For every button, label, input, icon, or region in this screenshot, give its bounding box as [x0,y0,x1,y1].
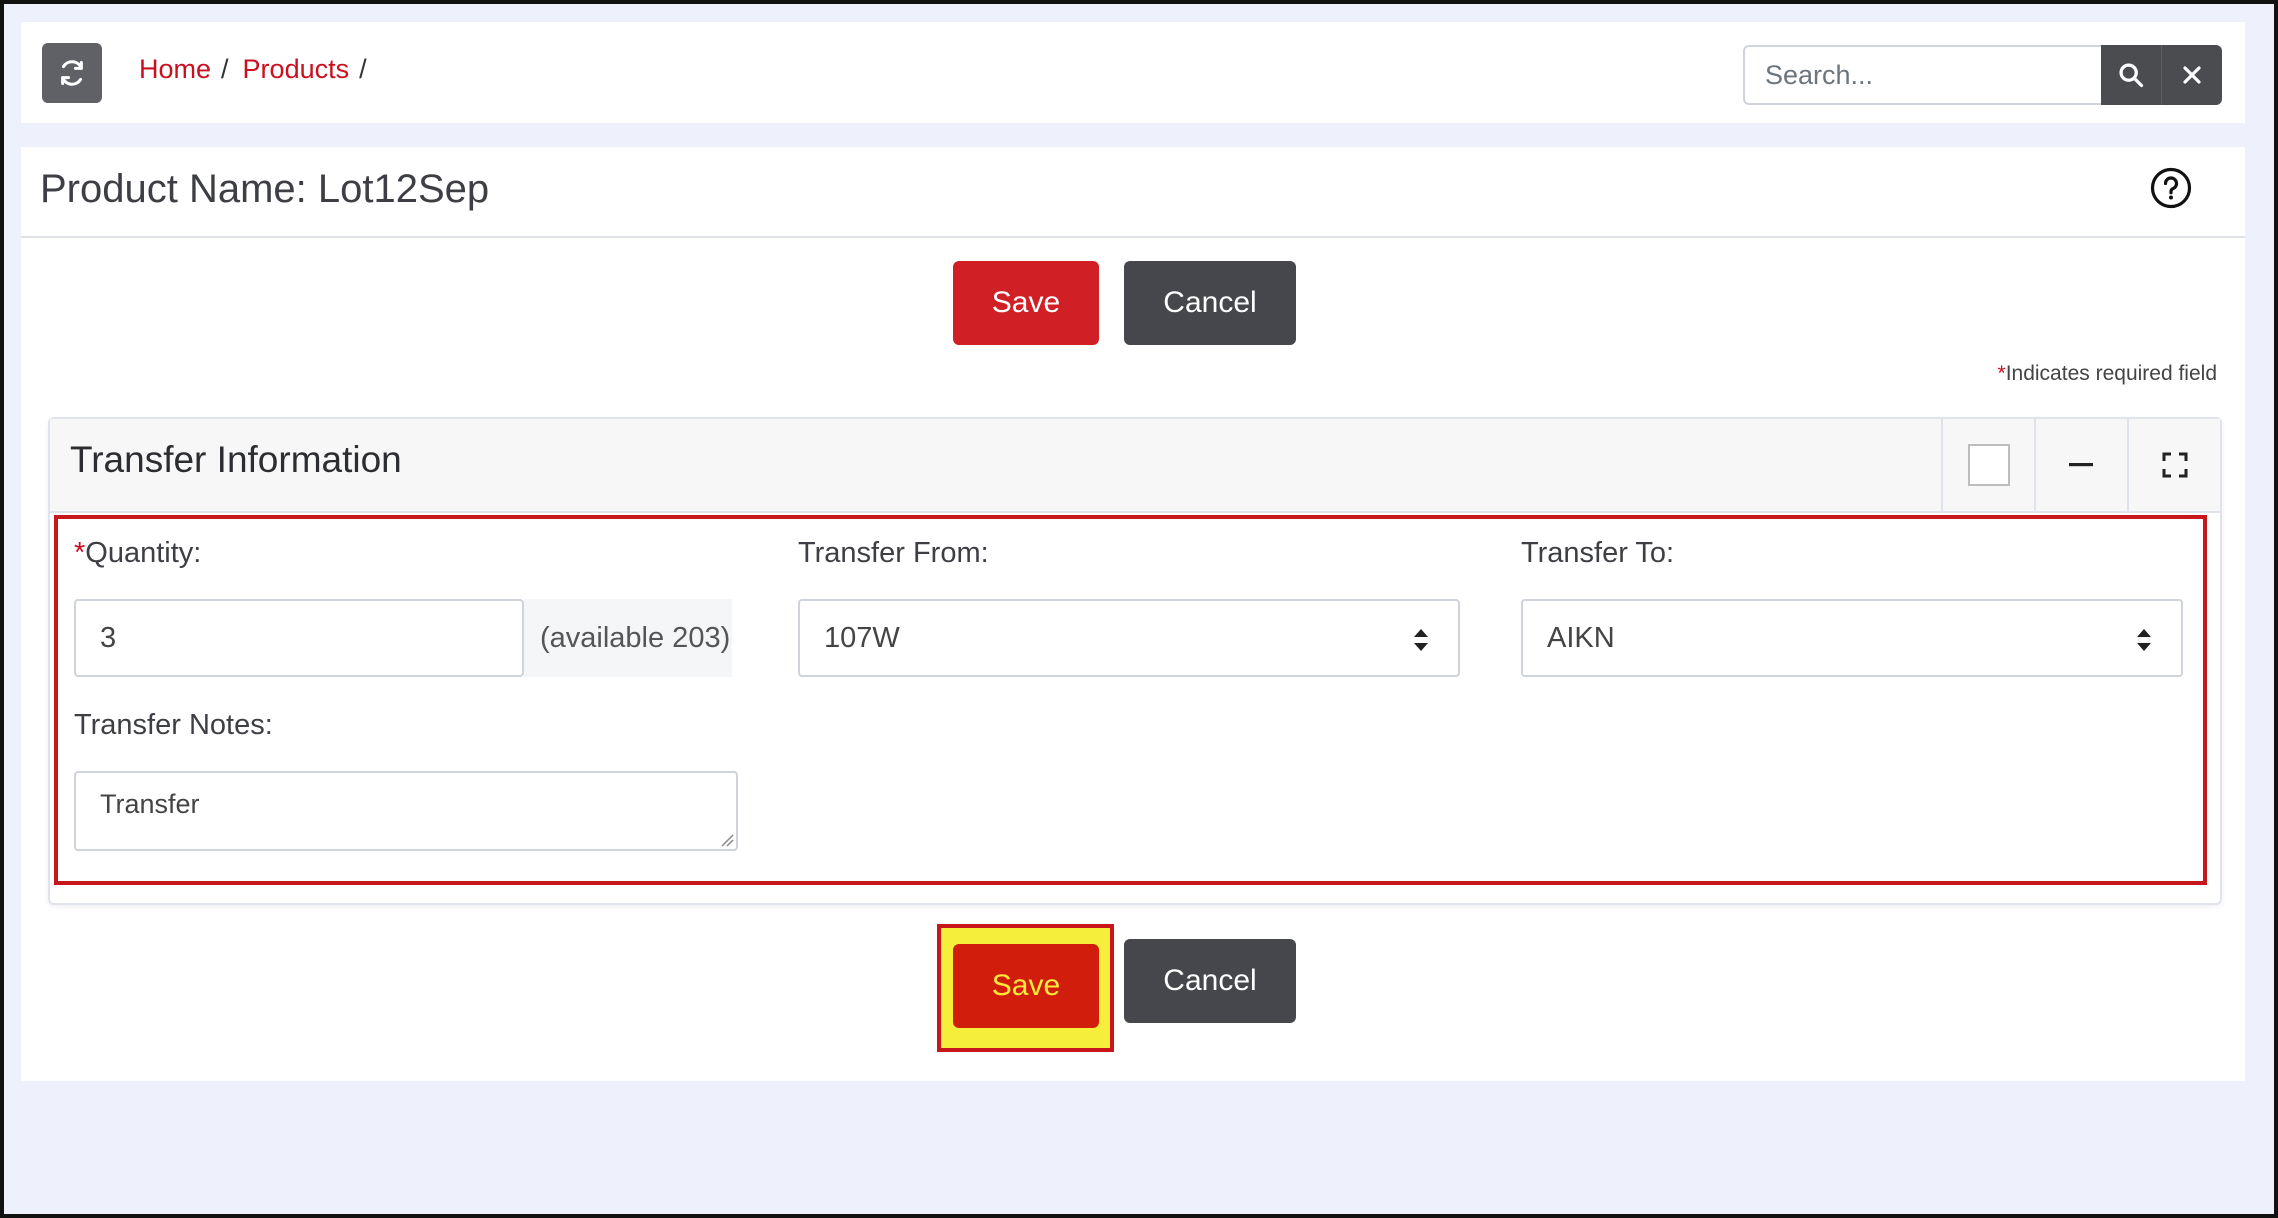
quantity-available-text: (available 203) [540,621,731,654]
main-panel: Product Name: Lot12Sep Save Cancel *Indi… [21,147,2245,1081]
collapse-button[interactable] [2034,419,2127,511]
transfer-from-select[interactable]: 107W [798,599,1460,677]
page-title: Product Name: Lot12Sep [40,167,490,211]
cancel-button-top[interactable]: Cancel [1124,261,1296,345]
transfer-notes-value: Transfer [100,789,200,819]
resize-grip-icon[interactable] [720,833,734,847]
quantity-label-text: Quantity: [85,537,202,569]
card-select-checkbox[interactable] [1967,444,2010,486]
page-header: Product Name: Lot12Sep [21,147,2245,238]
select-arrows-icon [1414,629,1428,651]
transfer-notes-label: Transfer Notes: [74,709,273,741]
card-select-tool[interactable] [1941,419,2034,511]
transfer-to-label: Transfer To: [1521,537,1675,569]
required-star: * [74,537,86,569]
refresh-icon [61,60,83,86]
search-input[interactable] [1743,45,2101,105]
expand-icon [2162,452,2187,478]
transfer-information-card: Transfer Information *Quantity: 3 (avail… [48,417,2222,905]
required-note-text: Indicates required field [2005,362,2217,385]
search-button[interactable] [2101,45,2161,105]
card-tools [1941,419,2220,511]
transfer-form: *Quantity: 3 (available 203) Transfer Fr… [54,515,2207,885]
transfer-to-value: AIKN [1547,621,1615,654]
top-bar: Home / Products / [21,22,2245,123]
save-button-highlight: Save [937,924,1114,1052]
quantity-available: (available 203) [524,599,732,677]
question-circle-icon[interactable] [2149,166,2193,210]
breadcrumb-home[interactable]: Home [139,54,211,85]
card-header: Transfer Information [50,419,2220,513]
expand-button[interactable] [2127,419,2220,511]
required-star: * [1997,362,2006,385]
select-arrows-icon [2137,629,2151,651]
clear-search-button[interactable] [2161,45,2222,105]
breadcrumb-separator: / [359,54,367,84]
save-button-top[interactable]: Save [953,261,1099,345]
close-icon [2183,66,2201,84]
required-field-note: *Indicates required field [1998,362,2217,386]
refresh-button[interactable] [42,43,102,103]
search-group [1743,45,2222,105]
breadcrumb-separator: / [221,54,229,84]
cancel-button-bottom[interactable]: Cancel [1124,939,1296,1023]
transfer-notes-textarea[interactable]: Transfer [74,771,738,851]
transfer-from-value: 107W [824,621,900,654]
transfer-from-label: Transfer From: [798,537,989,569]
breadcrumb-products[interactable]: Products [243,54,350,85]
save-button-bottom[interactable]: Save [953,944,1099,1028]
breadcrumb: Home / Products / [139,54,371,85]
transfer-to-select[interactable]: AIKN [1521,599,2183,677]
quantity-value: 3 [100,621,117,654]
minimize-icon [2068,463,2093,467]
search-icon [2119,63,2144,88]
card-title: Transfer Information [70,439,402,480]
quantity-label: *Quantity: [74,537,201,570]
quantity-input[interactable]: 3 [74,599,524,677]
